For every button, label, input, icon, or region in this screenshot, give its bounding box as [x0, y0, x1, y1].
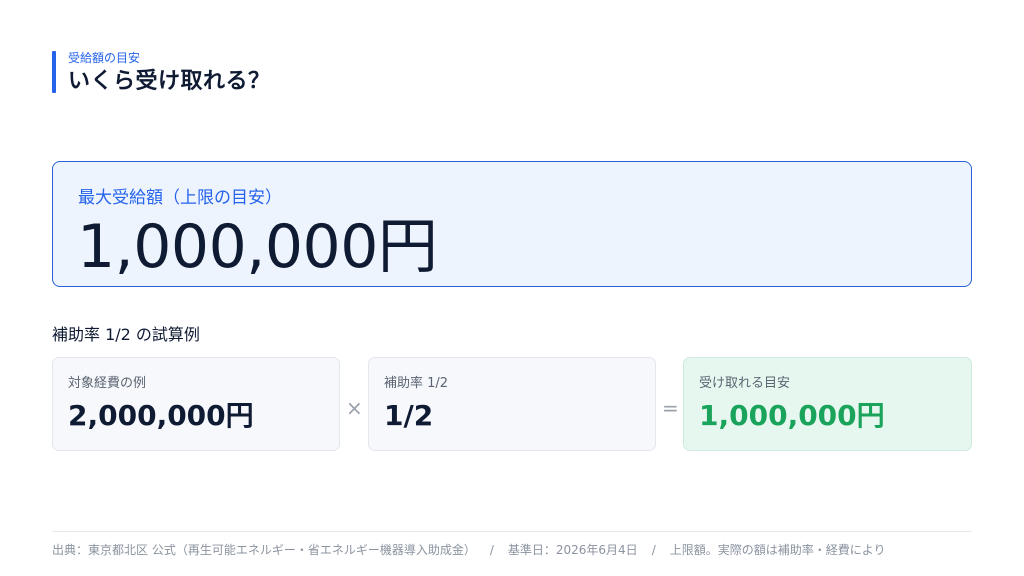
max-amount-value: 1,000,000円: [77, 212, 438, 282]
footer-reference-date: 基準日：2026年6月4日: [507, 543, 638, 557]
rate-card: 補助率 1/2 1/2: [368, 357, 656, 451]
calc-section-title: 補助率 1/2 の試算例: [52, 325, 200, 344]
multiply-operator: ×: [346, 396, 363, 420]
footer-separator: /: [489, 543, 494, 557]
footer-divider: [52, 531, 972, 532]
max-amount-label: 最大受給額（上限の目安）: [78, 188, 282, 208]
expense-value: 2,000,000円: [68, 399, 254, 432]
eyebrow-label: 受給額の目安: [68, 51, 141, 65]
footer: 出典：東京都北区 公式（再生可能エネルギー・省エネルギー機器導入助成金） / 基準日…: [52, 541, 886, 558]
equals-operator: =: [662, 396, 679, 420]
result-card: 受け取れる目安 1,000,000円: [683, 357, 972, 451]
expense-label: 対象経費の例: [68, 376, 147, 391]
expense-card: 対象経費の例 2,000,000円: [52, 357, 340, 451]
footer-source: 出典：東京都北区 公式（再生可能エネルギー・省エネルギー機器導入助成金）: [52, 543, 476, 557]
max-amount-card: 最大受給額（上限の目安） 1,000,000円: [52, 161, 972, 287]
footer-note: 上限額。実際の額は補助率・経費により: [669, 543, 886, 557]
footer-separator: /: [651, 543, 656, 557]
accent-bar: [52, 51, 56, 93]
result-label: 受け取れる目安: [699, 376, 791, 391]
page-header: 受給額の目安 いくら受け取れる？: [52, 50, 271, 96]
rate-value: 1/2: [384, 399, 434, 432]
rate-label: 補助率 1/2: [384, 376, 449, 391]
page-title: いくら受け取れる？: [68, 69, 271, 94]
result-value: 1,000,000円: [699, 399, 885, 432]
